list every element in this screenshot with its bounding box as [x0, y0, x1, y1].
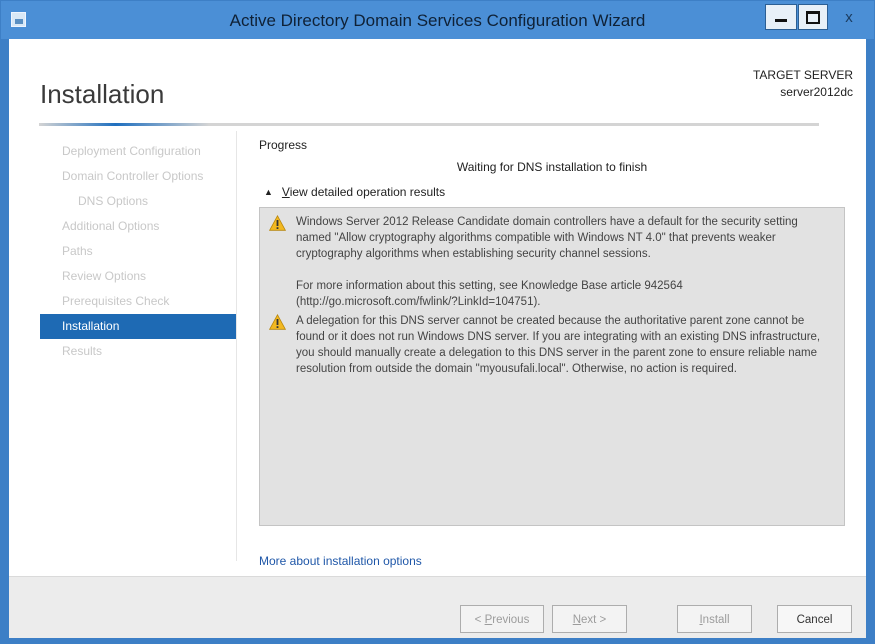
warning-icon [269, 314, 286, 330]
wizard-content: Installation TARGET SERVER server2012dc … [9, 39, 866, 638]
wizard-window: Active Directory Domain Services Configu… [0, 0, 875, 644]
nav-item-paths: Paths [62, 244, 93, 258]
details-toggle[interactable]: ▲ View detailed operation results [264, 185, 445, 199]
close-button[interactable]: x [831, 4, 867, 30]
nav-item-installation[interactable]: Installation [40, 314, 236, 339]
nav-item-results: Results [62, 344, 103, 358]
minimize-icon [775, 18, 787, 22]
nav-item-domain-controller-options: Domain Controller Options [62, 169, 204, 183]
header-accent [39, 123, 209, 126]
nav-item-deployment-configuration: Deployment Configuration [62, 144, 201, 158]
target-server-label: TARGET SERVER [752, 68, 853, 82]
chevron-up-icon: ▲ [264, 187, 273, 197]
install-button[interactable]: Install [677, 605, 752, 633]
maximize-icon [806, 10, 820, 24]
operation-results-panel[interactable]: Windows Server 2012 Release Candidate do… [259, 207, 845, 526]
close-icon: x [845, 8, 853, 26]
nav-item-dns-options: DNS Options [78, 194, 149, 208]
warning-icon [269, 215, 286, 231]
target-server: TARGET SERVER server2012dc [753, 67, 853, 101]
details-toggle-label: View detailed operation results [281, 185, 446, 199]
maximize-button[interactable] [798, 4, 828, 30]
wizard-steps-nav: Deployment Configuration Domain Controll… [40, 139, 236, 364]
status-message: Waiting for DNS installation to finish [456, 160, 648, 174]
result-message: Windows Server 2012 Release Candidate do… [269, 214, 834, 310]
nav-item-review-options: Review Options [62, 269, 147, 283]
target-server-name: server2012dc [780, 85, 853, 99]
result-message: A delegation for this DNS server cannot … [269, 313, 834, 377]
result-paragraph: Windows Server 2012 Release Candidate do… [296, 216, 798, 260]
nav-item-prerequisites-check: Prerequisites Check [62, 294, 170, 308]
cancel-button[interactable]: Cancel [777, 605, 852, 633]
window-title: Active Directory Domain Services Configu… [229, 11, 646, 30]
nav-item-additional-options: Additional Options [62, 219, 160, 233]
minimize-button[interactable] [765, 4, 797, 30]
nav-divider [236, 131, 237, 561]
progress-label: Progress [259, 138, 308, 152]
result-paragraph: For more information about this setting,… [296, 280, 683, 308]
title-bar[interactable]: Active Directory Domain Services Configu… [1, 1, 874, 39]
previous-button[interactable]: < Previous [460, 605, 544, 633]
result-paragraph: A delegation for this DNS server cannot … [296, 315, 821, 375]
wizard-footer: < Previous Next > Install Cancel [9, 576, 866, 638]
next-button[interactable]: Next > [552, 605, 627, 633]
page-title: Installation [40, 79, 165, 109]
more-installation-options-link[interactable]: More about installation options [259, 554, 422, 568]
result-message-text: A delegation for this DNS server cannot … [296, 313, 834, 377]
result-message-text: Windows Server 2012 Release Candidate do… [296, 214, 834, 310]
